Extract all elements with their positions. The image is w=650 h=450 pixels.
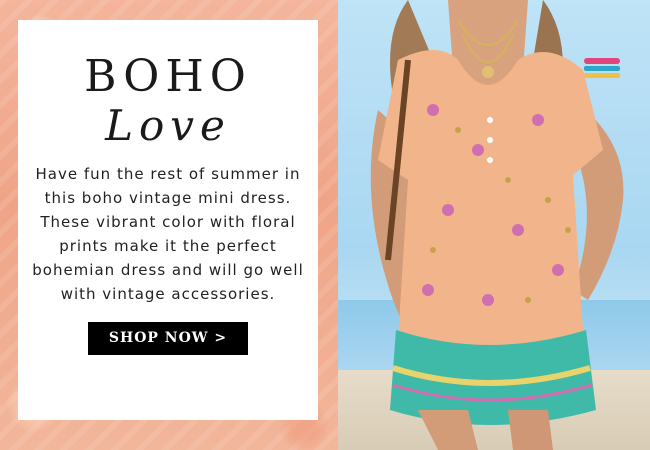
model-in-dress-illustration: [370, 0, 624, 450]
promo-banner: BOHO Love Have fun the rest of summer in…: [0, 0, 650, 450]
headline-love: Love: [105, 101, 231, 151]
shop-now-button[interactable]: SHOP NOW >: [88, 322, 248, 356]
headline-boho: BOHO: [84, 51, 252, 102]
model-photo[interactable]: [338, 0, 650, 450]
promo-description: Have fun the rest of summer in this boho…: [32, 165, 304, 304]
promo-card: BOHO Love Have fun the rest of summer in…: [18, 20, 318, 420]
